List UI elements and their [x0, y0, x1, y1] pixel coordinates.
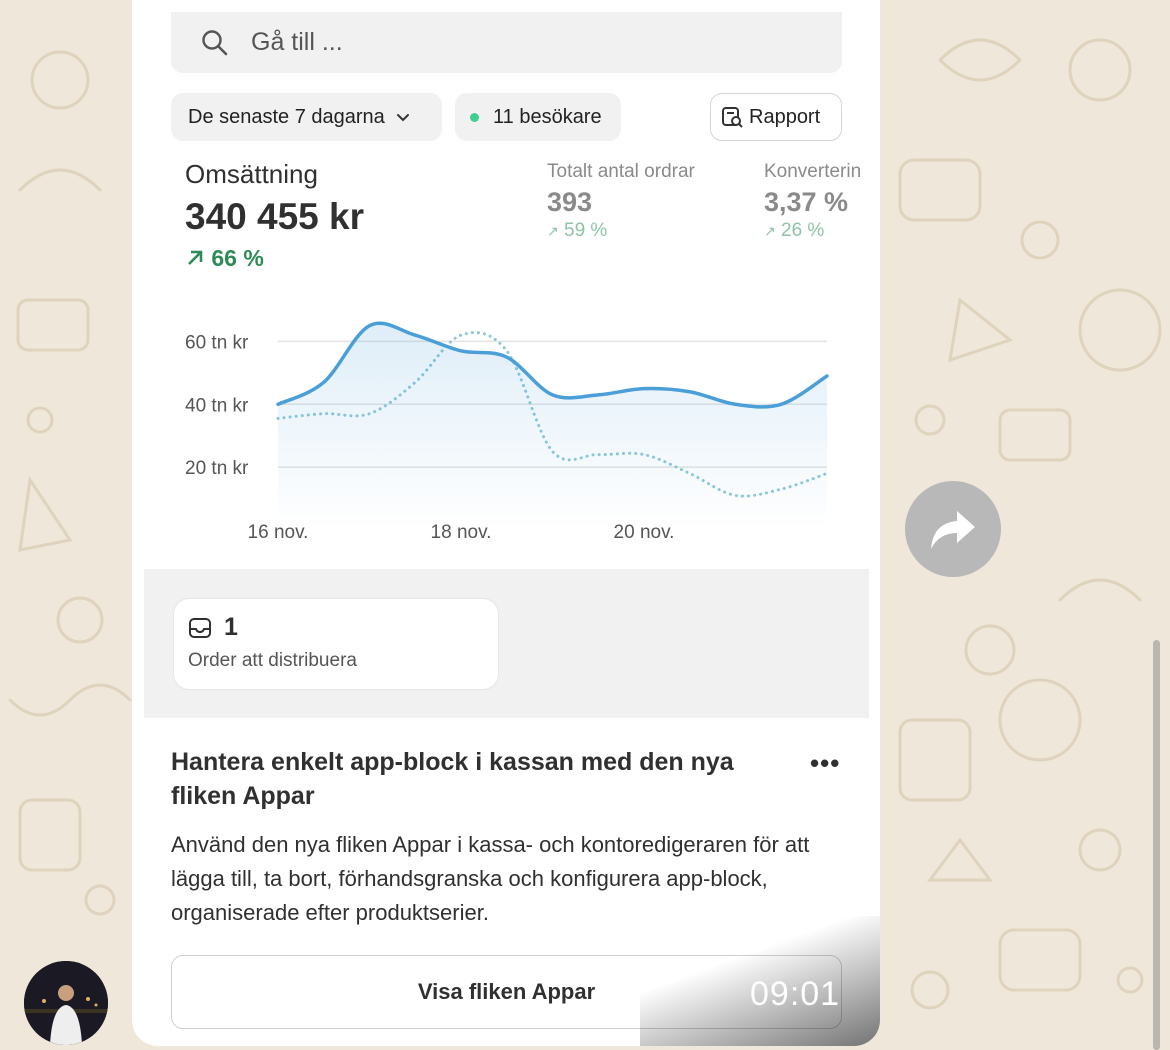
- news-title: Hantera enkelt app-block i kassan med de…: [171, 748, 734, 810]
- y-tick-label: 20 tn kr: [185, 458, 249, 479]
- arrow-up-right-icon: ↗: [547, 223, 559, 239]
- avatar-photo: [24, 961, 108, 1045]
- news-body: Använd den nya fliken Appar i kassa- och…: [171, 832, 810, 925]
- message-bubble[interactable]: Gå till ... De senaste 7 dagarna 11 besö…: [132, 0, 880, 1046]
- orders-change: ↗ 59 %: [547, 220, 607, 242]
- inbox-icon: [189, 617, 211, 638]
- shopify-screenshot[interactable]: Gå till ... De senaste 7 dagarna 11 besö…: [144, 0, 869, 1033]
- conversion-change: ↗ 26 %: [764, 220, 824, 242]
- date-range-dropdown[interactable]: De senaste 7 dagarna: [171, 93, 442, 141]
- arrow-up-right-icon: [188, 250, 203, 265]
- conversion-change-text: 26 %: [781, 220, 825, 241]
- live-visitors-pill[interactable]: 11 besökare: [455, 93, 621, 141]
- conversion-label: Konverterin: [764, 161, 862, 182]
- forward-button[interactable]: [905, 481, 1001, 577]
- y-tick-label: 40 tn kr: [185, 395, 249, 416]
- view-apps-tab-button[interactable]: Visa fliken Appar: [171, 955, 842, 1029]
- orders-to-fulfill-count: 1: [224, 613, 238, 641]
- revenue-chart: 60 tn kr 40 tn kr 20 tn kr 16 nov. 18 nov. 2…: [185, 321, 829, 543]
- revenue-change-text: 66 %: [211, 245, 264, 271]
- forward-icon: [931, 511, 975, 549]
- y-tick-label: 60 tn kr: [185, 332, 249, 353]
- revenue-label: Omsättning: [185, 159, 318, 189]
- avatar[interactable]: [24, 961, 108, 1045]
- visitors-label: 11 besökare: [493, 105, 602, 128]
- series-area: [278, 323, 827, 530]
- orders-change-text: 59 %: [564, 220, 608, 241]
- orders-label: Totalt antal ordrar: [547, 161, 695, 182]
- date-range-label: De senaste 7 dagarna: [188, 105, 385, 128]
- scrollbar[interactable]: [1153, 640, 1160, 1050]
- report-label: Rapport: [749, 105, 821, 128]
- orders-to-fulfill-card[interactable]: 1 Order att distribuera: [173, 598, 499, 690]
- search-icon: [202, 29, 228, 55]
- x-tick-label: 20 nov.: [614, 522, 675, 543]
- live-dot-icon: [470, 112, 479, 122]
- message-timestamp: 09:01: [750, 975, 841, 1013]
- x-tick-label: 16 nov.: [248, 522, 309, 543]
- report-icon: [722, 107, 743, 128]
- more-options-icon[interactable]: •••: [810, 748, 840, 779]
- orders-to-fulfill-label: Order att distribuera: [188, 650, 357, 671]
- report-button[interactable]: Rapport: [710, 93, 842, 141]
- orders-value: 393: [547, 187, 593, 217]
- chevron-down-icon: [396, 114, 409, 122]
- revenue-value: 340 455 kr: [185, 196, 365, 237]
- search-bar[interactable]: Gå till ...: [171, 12, 842, 73]
- revenue-change: 66 %: [185, 245, 264, 272]
- arrow-up-right-icon: ↗: [764, 223, 776, 239]
- conversion-value: 3,37 %: [764, 187, 849, 217]
- x-tick-label: 18 nov.: [431, 522, 492, 543]
- search-placeholder: Gå till ...: [251, 28, 343, 56]
